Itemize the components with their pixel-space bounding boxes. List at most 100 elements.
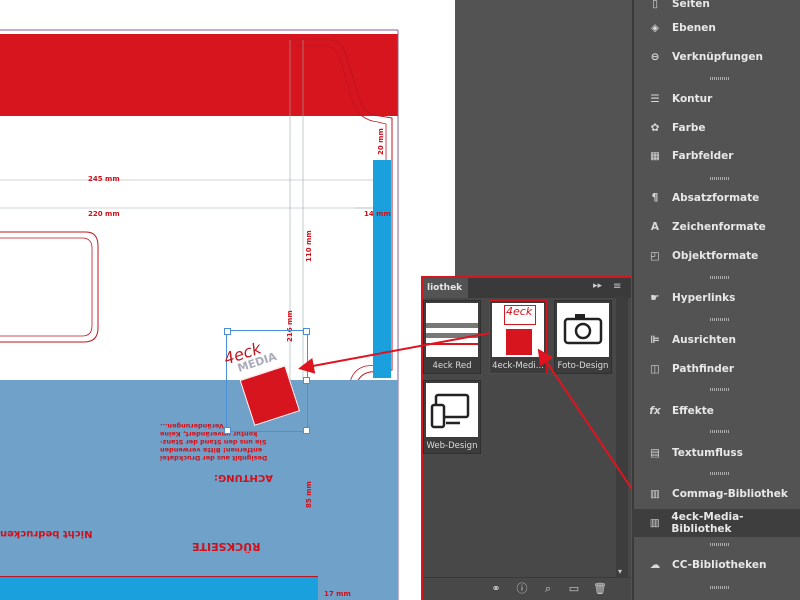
panel-item-cc-bibliotheken[interactable]: ☁ CC-Bibliotheken (632, 551, 800, 579)
panel-item-farbfelder[interactable]: ▦ Farbfelder (632, 142, 800, 170)
panel-item-textumfluss[interactable]: ▤ Textumfluss (632, 439, 800, 467)
panel-item-label: Verknüpfungen (672, 51, 763, 63)
thumb-bar (426, 333, 478, 338)
pages-icon: ▯ (652, 0, 658, 10)
collapse-icon[interactable]: ▸▸ (593, 281, 602, 291)
dim-14: 14 mm (364, 210, 391, 218)
pasteboard (455, 0, 632, 276)
camera-icon (563, 314, 603, 345)
panel-item-label: Pathfinder (672, 363, 735, 375)
panel-menu-icon[interactable]: ≡ (613, 281, 621, 292)
panel-item-farbe[interactable]: ✿ Farbe (632, 114, 800, 142)
selection-handle[interactable] (303, 427, 310, 434)
new-item-icon[interactable]: ▭ (567, 582, 581, 596)
info-icon[interactable]: ⓘ (515, 582, 529, 596)
dim-17: 17 mm (324, 590, 351, 598)
panel-separator (632, 470, 800, 478)
panel-item-label: Commag-Bibliothek (672, 488, 788, 500)
panel-item-kontur[interactable]: ☰ Kontur (632, 85, 800, 113)
paragraph-styles-icon: ¶ (651, 192, 659, 204)
cyan-bottom-strip (0, 576, 318, 600)
selection-handle[interactable] (303, 328, 310, 335)
hyperlinks-icon: ☛ (650, 292, 660, 304)
panel-item-commag-bibliothek[interactable]: ▥ Commag-Bibliothek (632, 480, 800, 508)
pathfinder-icon: ◫ (650, 363, 660, 375)
dim-110: 110 mm (305, 230, 313, 262)
thumb-logo-square (506, 329, 532, 355)
selection-handle[interactable] (303, 377, 310, 384)
dim-85: 85 mm (305, 481, 313, 508)
stroke-icon: ☰ (650, 93, 660, 105)
library-scrollbar[interactable]: ▾ (616, 296, 628, 578)
dim-20: 20 mm (377, 128, 385, 155)
panel-item-verknuepfungen[interactable]: ⊖ Verknüpfungen (632, 43, 800, 71)
panel-item-label: Effekte (672, 405, 714, 417)
panel-item-label: Farbe (672, 122, 706, 134)
panel-separator (632, 584, 800, 592)
thumb-web-design (426, 383, 478, 437)
dim-245: 245 mm (88, 175, 120, 183)
library-item-4eck-red[interactable]: 4eck Red (423, 300, 481, 374)
document-canvas[interactable]: 245 mm 220 mm 110 mm 216 mm 85 mm 14 mm … (0, 0, 455, 600)
links-icon: ⊖ (650, 51, 660, 63)
cyan-side-bar (373, 160, 391, 378)
panel-item-label: Seiten (672, 0, 710, 10)
panel-separator (632, 75, 800, 83)
thumb-logo-frame (504, 305, 536, 325)
thumb-bar (426, 323, 478, 328)
warning-title: ACHTUNG: (214, 472, 273, 483)
library-icon: ▥ (650, 488, 660, 500)
panel-item-4eck-media-bibliothek[interactable]: ▥ 4eck-Media-Bibliothek (632, 509, 800, 537)
library-item-4eck-media[interactable]: 4eck 4eck-Medi... (489, 300, 547, 374)
library-item-label: Foto-Design (557, 361, 609, 371)
panel-separator (632, 386, 800, 394)
library-icon: ▥ (649, 517, 660, 529)
panel-item-label: Absatzformate (672, 192, 760, 204)
scroll-down-arrow[interactable]: ▾ (618, 567, 622, 576)
no-print-label: Nicht bedrucken (0, 528, 93, 539)
panel-item-ebenen[interactable]: ◈ Ebenen (632, 14, 800, 42)
library-footer: ⚭ ⓘ ⌕ ▭ 🗑 (423, 577, 631, 600)
search-icon[interactable]: ⌕ (541, 582, 555, 596)
placed-logo-selection[interactable]: 4eck MEDIA (221, 328, 310, 434)
library-item-web-design[interactable]: Web-Design (423, 380, 481, 454)
panel-separator (632, 175, 800, 183)
panel-item-objektformate[interactable]: ◰ Objektformate (632, 242, 800, 270)
placed-logo-square (239, 365, 301, 426)
cc-sync-icon[interactable]: ⚭ (489, 582, 503, 596)
effects-icon: fx (649, 405, 661, 417)
panel-item-label: CC-Bibliotheken (672, 559, 767, 571)
align-icon: ⊫ (650, 334, 660, 346)
selection-handle[interactable] (224, 328, 231, 335)
character-styles-icon: A (650, 221, 660, 233)
panel-item-hyperlinks[interactable]: ☛ Hyperlinks (632, 284, 800, 312)
library-item-label: 4eck Red (432, 361, 472, 371)
panel-item-effekte[interactable]: fx Effekte (632, 397, 800, 425)
thumb-4eck-red (426, 303, 478, 357)
library-tab[interactable]: liothek (423, 278, 469, 298)
panel-item-pathfinder[interactable]: ◫ Pathfinder (632, 355, 800, 383)
blue-back-area (0, 380, 398, 600)
panel-item-absatzformate[interactable]: ¶ Absatzformate (632, 184, 800, 212)
layers-icon: ◈ (650, 22, 660, 34)
thumb-foto-design (557, 303, 609, 357)
panel-item-zeichenformate[interactable]: A Zeichenformate (632, 213, 800, 241)
panel-item-label: Kontur (672, 93, 713, 105)
panel-separator (632, 541, 800, 549)
swatches-icon: ▦ (650, 150, 660, 162)
panel-dock: ▯ Seiten ◈ Ebenen ⊖ Verknüpfungen ☰ Kont… (632, 0, 800, 600)
library-item-foto-design[interactable]: Foto-Design (554, 300, 612, 374)
panel-item-label: Objektformate (672, 250, 759, 262)
panel-item-label: Ausrichten (672, 334, 736, 346)
object-styles-icon: ◰ (650, 250, 660, 262)
dim-220: 220 mm (88, 210, 120, 218)
selection-handle[interactable] (224, 427, 231, 434)
panel-item-label: Hyperlinks (672, 292, 736, 304)
panel-separator (632, 274, 800, 282)
library-item-label: Web-Design (426, 441, 478, 451)
panel-item-label: Textumfluss (672, 447, 743, 459)
panel-item-label: Ebenen (672, 22, 716, 34)
trash-icon[interactable]: 🗑 (593, 582, 607, 596)
panel-item-ausrichten[interactable]: ⊫ Ausrichten (632, 326, 800, 354)
library-panel[interactable]: liothek ▸▸ ≡ 4eck Red 4eck 4eck-Medi... … (421, 276, 631, 600)
